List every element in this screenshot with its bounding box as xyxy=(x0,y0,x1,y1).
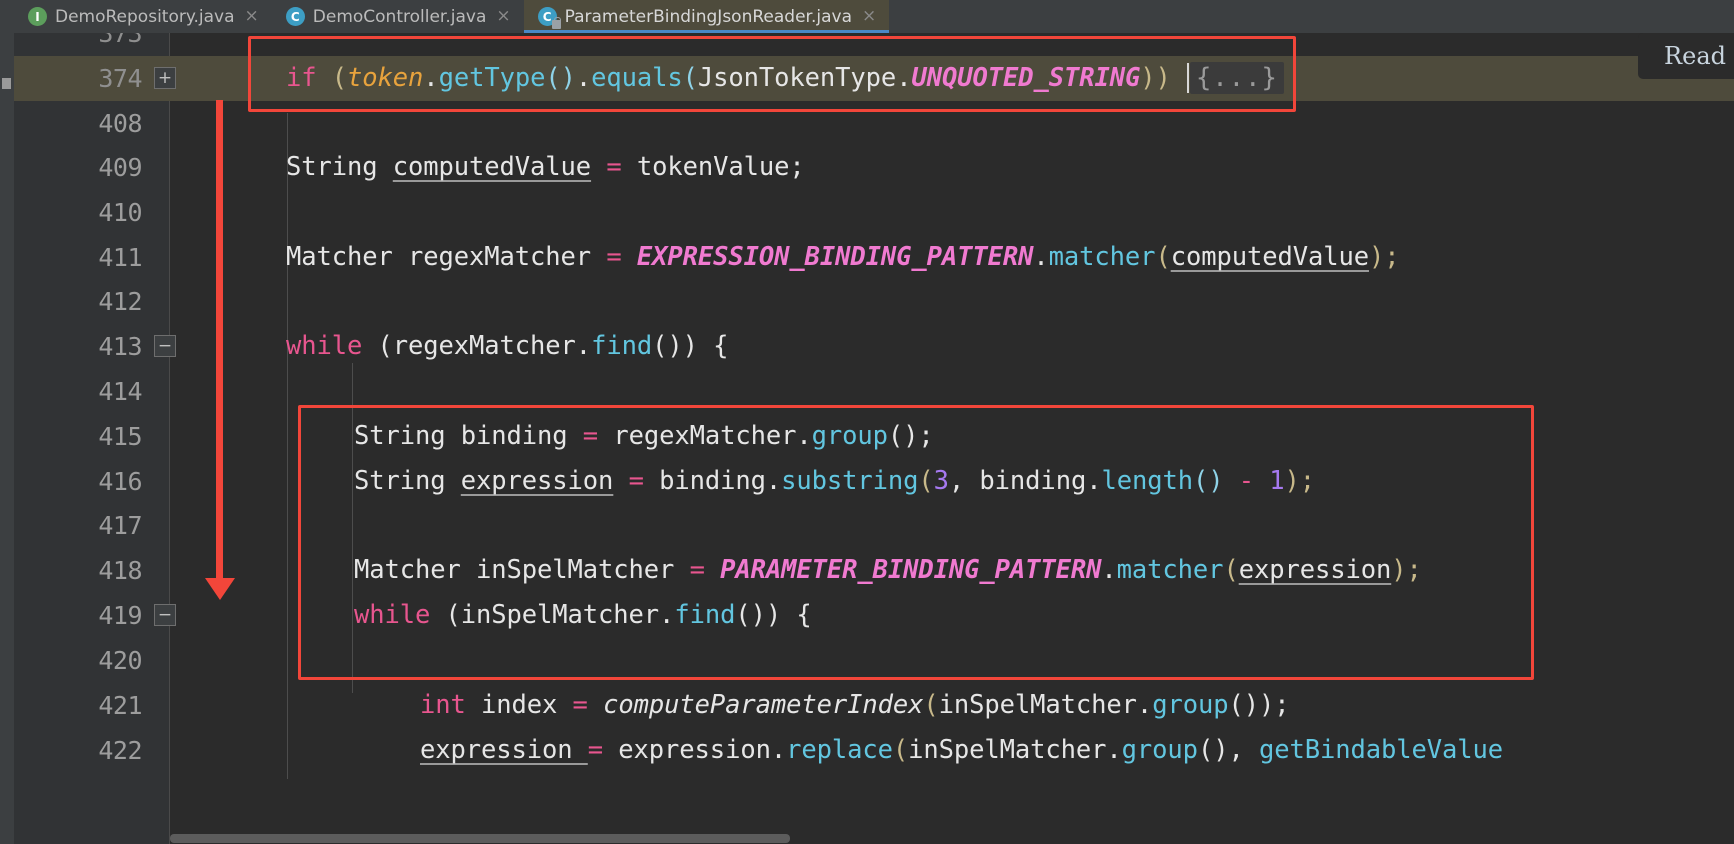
code-text-422: expression = expression. replace(inSpelMa… xyxy=(420,735,1503,766)
code-editor[interactable]: 373 374 + if (token. getType(). equals(Jso… xyxy=(14,33,1734,844)
line-number: 421 xyxy=(98,690,142,720)
code-line-419[interactable]: 419 − while (inSpelMatcher. find()) { xyxy=(14,593,1734,638)
fold-expand-icon[interactable]: + xyxy=(154,67,176,89)
line-number: 415 xyxy=(98,421,142,451)
code-line-413[interactable]: 413 − while (regexMatcher. find()) { xyxy=(14,324,1734,369)
line-number: 373 xyxy=(98,33,142,48)
code-text-415: String binding = regexMatcher. group (); xyxy=(354,421,934,452)
code-line-411[interactable]: 411 Matcher regexMatcher = EXPRESSION_BI… xyxy=(14,235,1734,280)
close-icon[interactable]: × xyxy=(243,8,259,25)
editor-tab-label: DemoController.java xyxy=(312,6,487,27)
line-number: 413 xyxy=(98,331,142,361)
code-text-374: if (token. getType(). equals(JsonTokenType… xyxy=(286,56,1284,101)
editor-tab-bar: I DemoRepository.java × C DemoController… xyxy=(0,0,1734,33)
editor-tab-label: DemoRepository.java xyxy=(55,6,235,27)
annotation-arrow-down xyxy=(205,100,237,612)
line-number: 416 xyxy=(98,466,142,496)
lock-icon xyxy=(551,17,561,29)
code-line-408[interactable]: 408 xyxy=(14,101,1734,146)
line-number: 410 xyxy=(98,197,142,227)
code-line-412[interactable]: 412 xyxy=(14,279,1734,324)
line-number: 418 xyxy=(98,555,142,585)
line-number: 417 xyxy=(98,510,142,540)
close-icon[interactable]: × xyxy=(494,8,510,25)
code-line-409[interactable]: 409 String computedValue = tokenValue; xyxy=(14,145,1734,190)
line-number: 420 xyxy=(98,645,142,675)
code-line-416[interactable]: 416 String expression = binding. substrin… xyxy=(14,459,1734,504)
code-line-415[interactable]: 415 String binding = regexMatcher. group(… xyxy=(14,414,1734,459)
fold-collapse-icon[interactable]: − xyxy=(154,335,176,357)
code-line-421[interactable]: 421 int index = computeParameterIndex(in… xyxy=(14,683,1734,728)
line-number: 374 xyxy=(98,63,142,93)
code-line-422[interactable]: 422 expression = expression. replace(inSp… xyxy=(14,728,1734,773)
code-text-411: Matcher regexMatcher = EXPRESSION_BINDIN… xyxy=(286,242,1400,273)
code-line-418[interactable]: 418 Matcher inSpelMatcher = PARAMETER_BI… xyxy=(14,548,1734,593)
close-icon[interactable]: × xyxy=(860,8,876,25)
interface-icon: I xyxy=(28,7,47,26)
line-number: 409 xyxy=(98,152,142,182)
line-number: 419 xyxy=(98,600,142,630)
collapsed-fold-placeholder[interactable]: {...} xyxy=(1190,62,1284,95)
left-tool-strip[interactable]: Project Structure Favorites xyxy=(0,0,14,844)
fold-collapse-icon[interactable]: − xyxy=(154,604,176,626)
horizontal-scrollbar-track[interactable] xyxy=(170,832,1734,844)
editor-tab-demo-controller[interactable]: C DemoController.java × xyxy=(271,0,524,33)
code-line-410[interactable]: 410 xyxy=(14,190,1734,235)
code-text-421: int index = computeParameterIndex(inSpel… xyxy=(420,690,1290,721)
code-line-373[interactable]: 373 xyxy=(14,33,1734,56)
text-caret xyxy=(1187,63,1190,94)
code-line-420[interactable]: 420 xyxy=(14,638,1734,683)
code-line-417[interactable]: 417 xyxy=(14,503,1734,548)
line-number: 422 xyxy=(98,735,142,765)
code-text-413: while (regexMatcher. find()) { xyxy=(286,331,729,362)
line-number: 411 xyxy=(98,242,142,272)
editor-tab-label: ParameterBindingJsonReader.java xyxy=(564,6,852,27)
code-line-374[interactable]: 374 + if (token. getType(). equals(JsonTok… xyxy=(14,56,1734,101)
line-number: 412 xyxy=(98,286,142,316)
code-line-414[interactable]: 414 xyxy=(14,369,1734,414)
read-only-tooltip-label: Read xyxy=(1664,42,1726,70)
horizontal-scrollbar-thumb[interactable] xyxy=(170,834,790,843)
tool-window-marker-icon xyxy=(2,78,11,89)
code-text-418: Matcher inSpelMatcher = PARAMETER_BINDIN… xyxy=(354,555,1422,586)
code-text-409: String computedValue = tokenValue; xyxy=(286,152,805,183)
editor-tab-parameter-binding-json-reader[interactable]: C ParameterBindingJsonReader.java × xyxy=(523,0,890,33)
keyword-if: if xyxy=(286,63,317,94)
code-text-419: while (inSpelMatcher. find()) { xyxy=(354,600,812,631)
line-number: 414 xyxy=(98,376,142,406)
line-number: 408 xyxy=(98,108,142,138)
class-readonly-icon: C xyxy=(537,7,561,29)
editor-tab-demo-repository[interactable]: I DemoRepository.java × xyxy=(14,0,272,33)
code-text-416: String expression = binding. substring(3,… xyxy=(354,466,1316,497)
class-icon: C xyxy=(285,7,305,26)
read-only-tooltip: Read xyxy=(1638,33,1734,79)
